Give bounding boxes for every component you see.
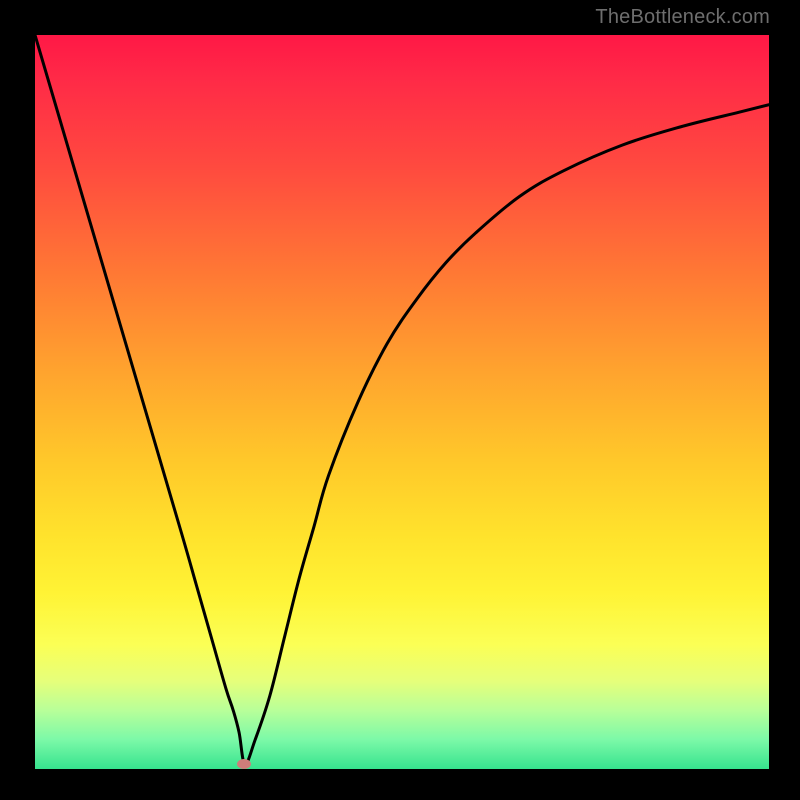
- plot-area: [35, 35, 769, 769]
- chart-frame: TheBottleneck.com: [0, 0, 800, 800]
- watermark-text: TheBottleneck.com: [595, 6, 770, 29]
- min-point-marker: [237, 759, 251, 769]
- bottleneck-curve: [35, 35, 769, 769]
